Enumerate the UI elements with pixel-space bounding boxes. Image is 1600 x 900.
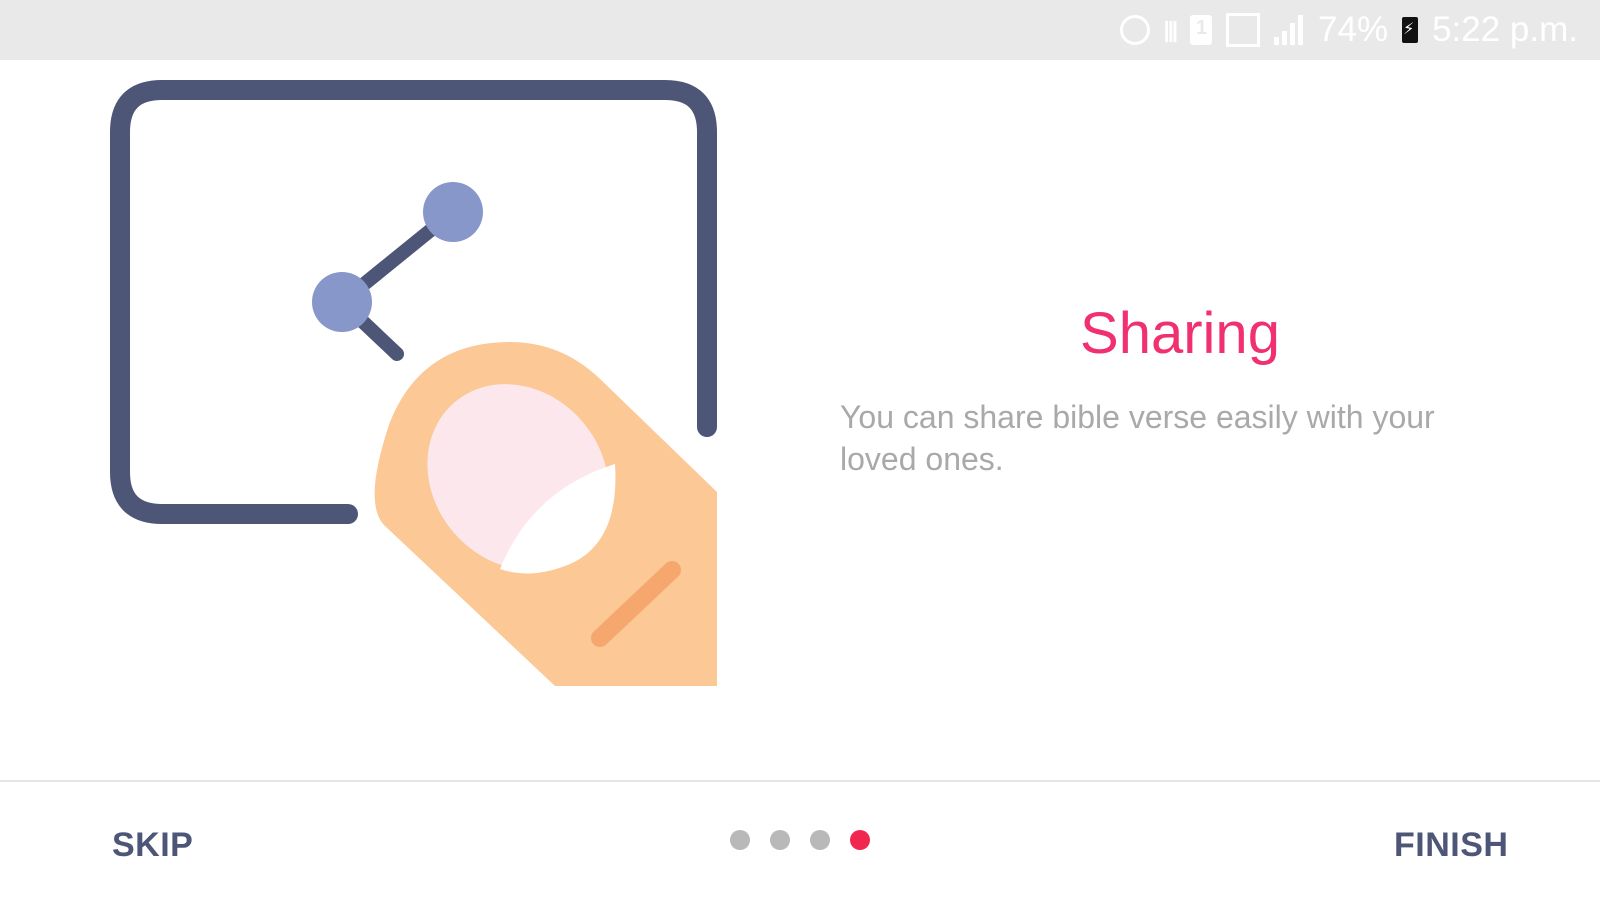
status-icons: ||| 74% 5:22 p.m. (1119, 8, 1578, 52)
tap-share-illustration (110, 80, 717, 686)
page-dot-4-active[interactable] (850, 830, 870, 850)
battery-charging-icon (1402, 17, 1419, 43)
page-dot-2[interactable] (770, 830, 790, 850)
finish-button[interactable]: FINISH (1394, 820, 1508, 870)
status-bar: ||| 74% 5:22 p.m. (0, 0, 1600, 60)
slide-title: Sharing (1080, 301, 1280, 366)
finger-icon (374, 342, 717, 686)
vibrate-icon: ||| (1163, 17, 1179, 42)
bottom-divider (0, 780, 1600, 782)
page-indicator (730, 829, 870, 851)
skip-button[interactable]: SKIP (112, 820, 193, 870)
no-signal-icon (1226, 13, 1261, 47)
slide-description: You can share bible verse easily with yo… (840, 399, 1435, 477)
battery-percent: 74% (1318, 10, 1389, 49)
page-dot-3[interactable] (810, 830, 830, 850)
alarm-icon (1119, 15, 1150, 45)
signal-icon (1274, 15, 1304, 45)
page-dot-1[interactable] (730, 830, 750, 850)
share-icon (312, 182, 483, 361)
clock-time: 5:22 p.m. (1432, 10, 1578, 49)
sim-icon (1190, 15, 1213, 45)
